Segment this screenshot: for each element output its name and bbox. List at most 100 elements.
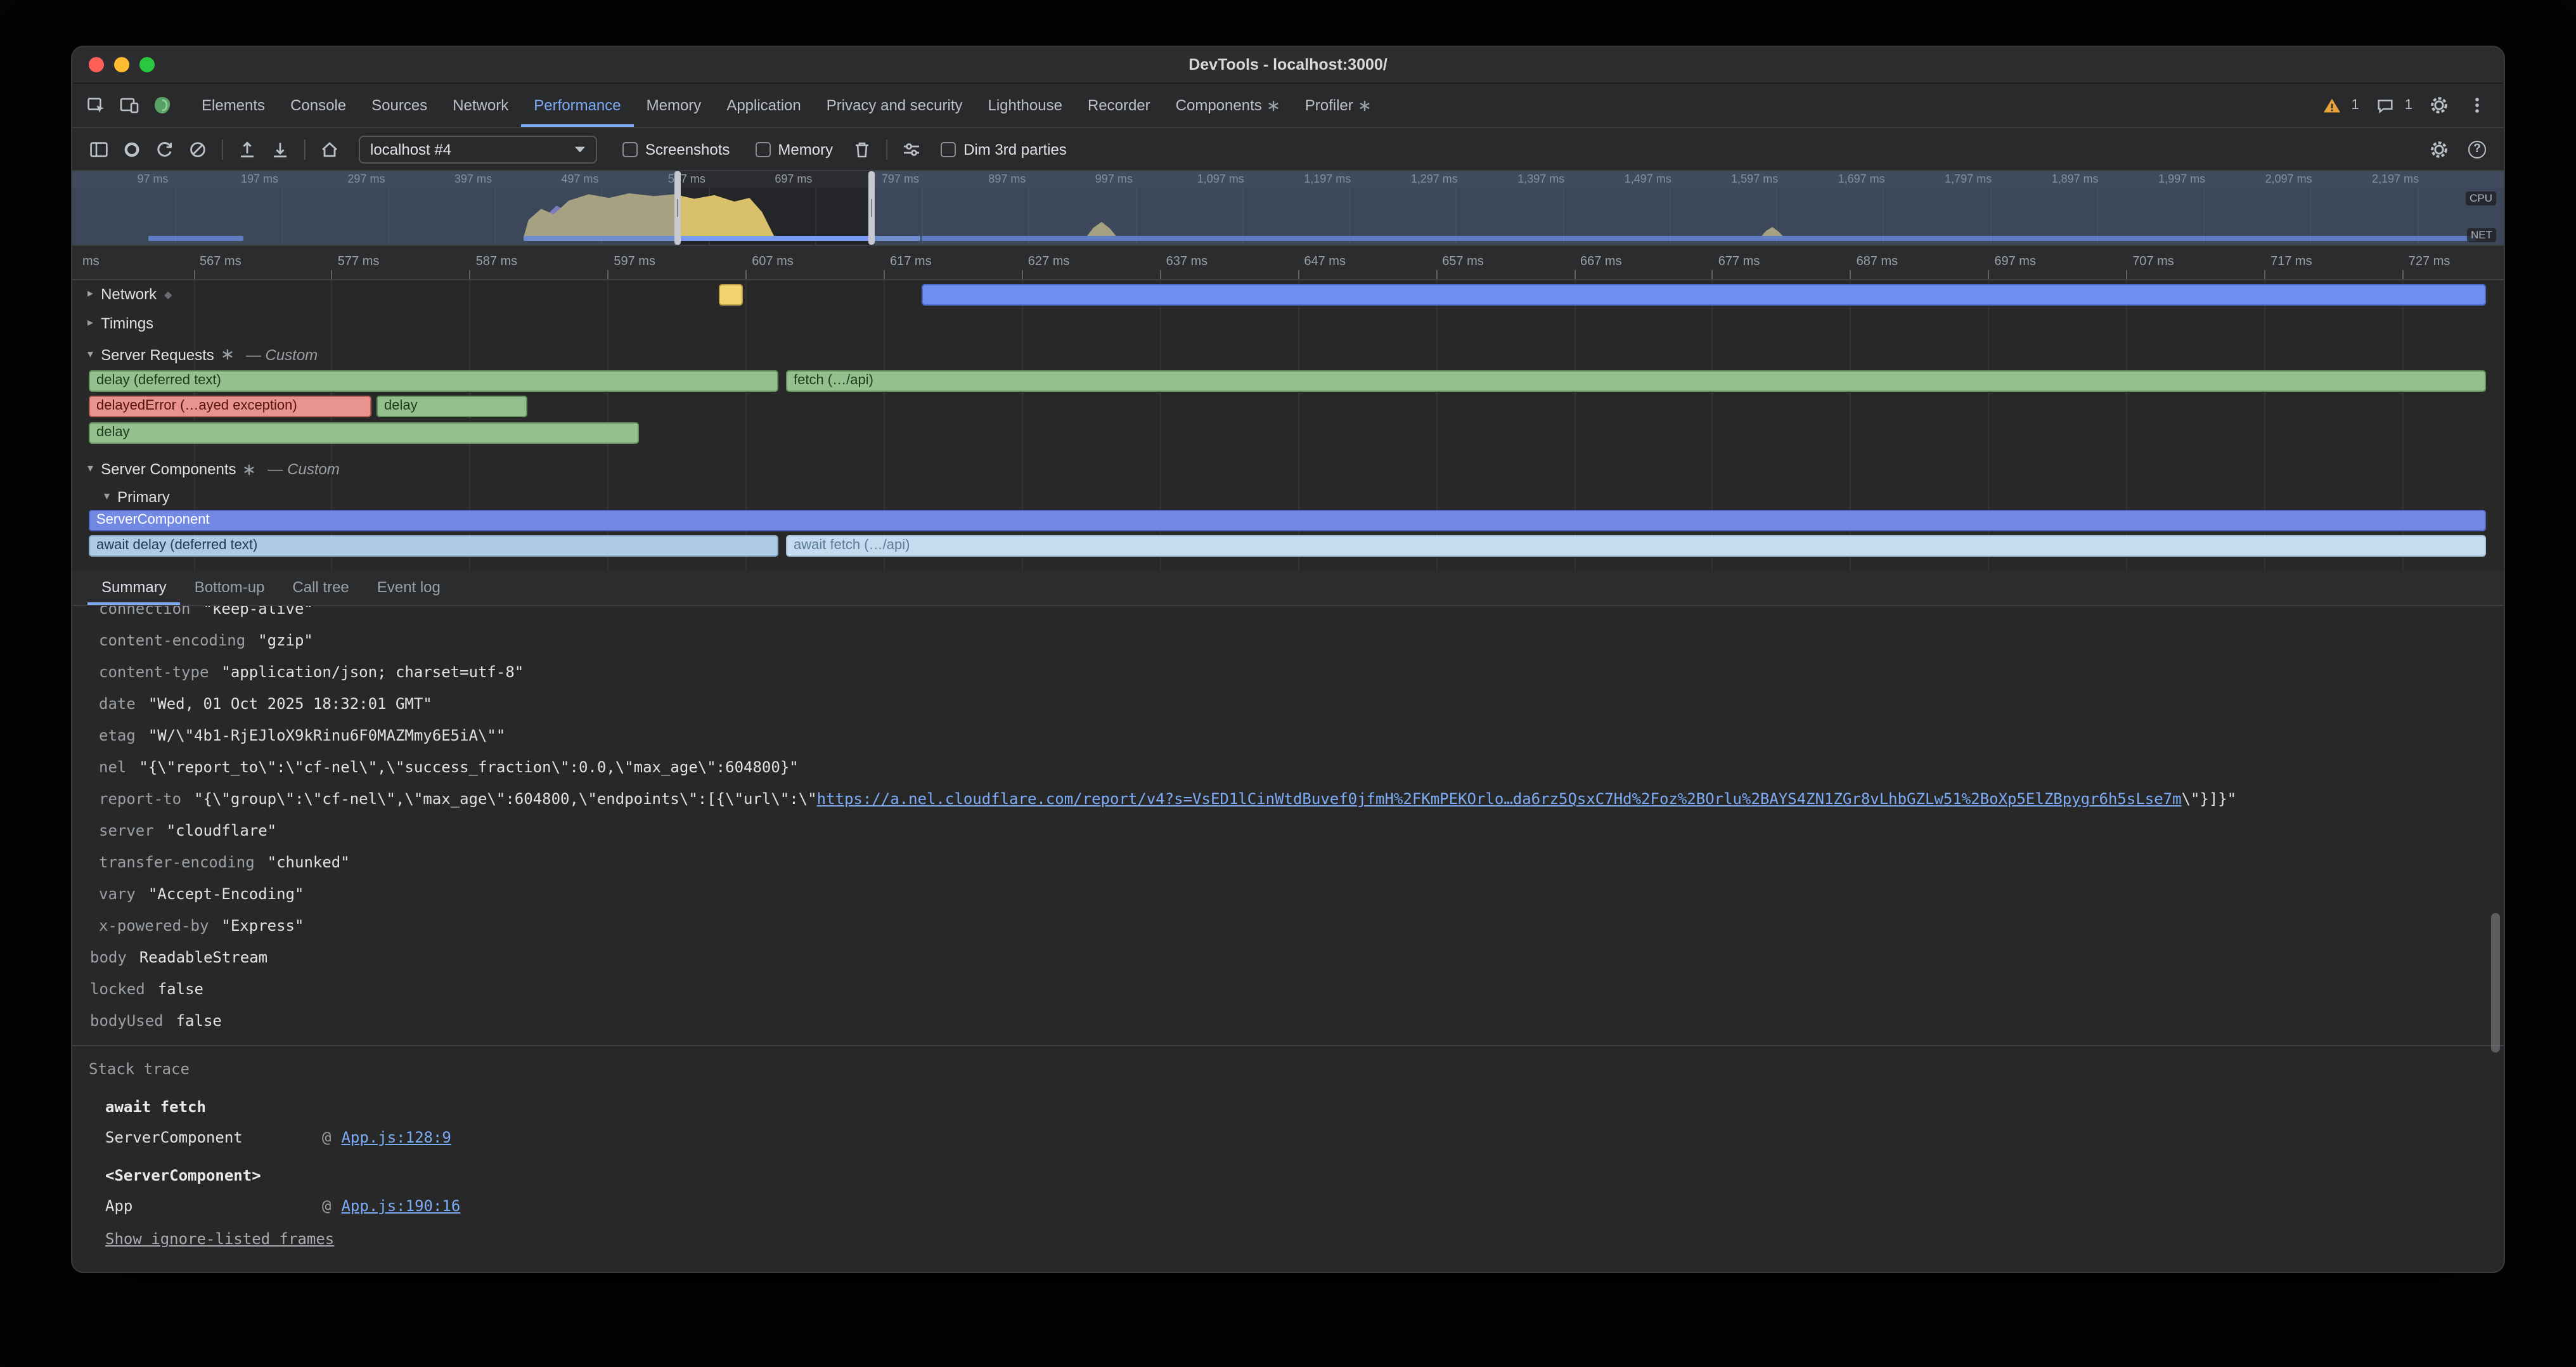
ruler-unit: ms: [82, 255, 100, 269]
server-request-bar[interactable]: fetch (…/api): [786, 370, 2486, 392]
screenshots-checkbox[interactable]: Screenshots: [622, 140, 730, 158]
server-components-track-header[interactable]: ▾ Server Components — Custom: [72, 455, 2504, 483]
primary-group-header[interactable]: ▾ Primary: [72, 483, 2504, 510]
track-label: Server Components: [101, 460, 236, 478]
ruler-tick: [2402, 270, 2404, 279]
network-track-header[interactable]: ▸ Network ◆: [72, 280, 2504, 308]
close-button[interactable]: [89, 57, 104, 72]
record-button[interactable]: [115, 133, 148, 165]
messages-button[interactable]: [2369, 89, 2402, 122]
tab-profiler[interactable]: Profiler: [1292, 84, 1384, 127]
flame-chart[interactable]: ▸ Network ◆ ▸ Timings ▾ Server Requests: [72, 280, 2504, 571]
tab-performance[interactable]: Performance: [521, 84, 633, 127]
tab-label: Elements: [202, 96, 265, 114]
await-bar[interactable]: await delay (deferred text): [89, 535, 778, 557]
track-marker-icon: ◆: [164, 288, 172, 300]
source-location-link[interactable]: App.js:128:9: [341, 1122, 451, 1153]
tab-privacy-and-security[interactable]: Privacy and security: [814, 84, 976, 127]
ruler-label: 657 ms: [1442, 255, 1484, 269]
detail-tab-summary[interactable]: Summary: [87, 571, 181, 605]
overview-window-right-handle[interactable]: [868, 171, 875, 245]
device-toolbar-button[interactable]: [113, 89, 146, 122]
server-request-error-bar[interactable]: delayedError (…ayed exception): [89, 396, 371, 417]
more-options-button[interactable]: [2461, 89, 2494, 122]
ruler-label: 647 ms: [1304, 255, 1346, 269]
tab-label: Sources: [371, 96, 427, 114]
property-name: vary: [99, 885, 136, 903]
server-request-bar[interactable]: delay (deferred text): [89, 370, 778, 392]
source-location-link[interactable]: App.js:190:16: [341, 1191, 460, 1221]
save-profile-button[interactable]: [231, 133, 264, 165]
tab-network[interactable]: Network: [440, 84, 521, 127]
timings-track-header[interactable]: ▸ Timings: [72, 308, 2504, 339]
overview-time-label: 697 ms: [775, 172, 812, 185]
settings-button[interactable]: [2423, 89, 2456, 122]
extension-badge-icon: [1268, 100, 1280, 111]
server-component-bar[interactable]: ServerComponent: [89, 510, 2486, 531]
checkbox-label: Memory: [778, 140, 833, 158]
detail-tab-call-tree[interactable]: Call tree: [278, 571, 363, 605]
expanded-triangle-icon: ▾: [87, 348, 93, 361]
overview-dim-left: [72, 171, 677, 245]
clear-button[interactable]: [181, 133, 214, 165]
memory-checkbox[interactable]: Memory: [755, 140, 833, 158]
property-value: \"}]}": [2182, 790, 2237, 808]
capture-settings-button[interactable]: [895, 133, 928, 165]
ruler-tick: [1436, 270, 1437, 279]
history-select[interactable]: localhost #4: [359, 135, 597, 163]
tab-lighthouse[interactable]: Lighthouse: [976, 84, 1075, 127]
tab-recorder[interactable]: Recorder: [1075, 84, 1163, 127]
live-metrics-button[interactable]: [313, 133, 346, 165]
overview-window-left-handle[interactable]: [674, 171, 681, 245]
extension-button[interactable]: [146, 89, 179, 122]
tab-elements[interactable]: Elements: [189, 84, 278, 127]
show-ignore-listed-frames-link[interactable]: Show ignore-listed frames: [105, 1224, 334, 1254]
tab-label: Recorder: [1088, 96, 1150, 114]
tab-label: Console: [290, 96, 346, 114]
property-value: "{\"report_to\":\"cf-nel\",\"success_fra…: [139, 758, 798, 776]
tab-console[interactable]: Console: [278, 84, 359, 127]
garbage-collect-button[interactable]: [846, 133, 879, 165]
window-title: DevTools - localhost:3000/: [1188, 56, 1388, 74]
tab-application[interactable]: Application: [714, 84, 813, 127]
tab-sources[interactable]: Sources: [359, 84, 440, 127]
minimize-button[interactable]: [114, 57, 129, 72]
extension-badge-icon: [222, 349, 233, 360]
devtools-window: DevTools - localhost:3000/ Elements Conso…: [71, 46, 2505, 1273]
issues-button[interactable]: [2316, 89, 2349, 122]
await-bar[interactable]: await fetch (…/api): [786, 535, 2486, 557]
property-row: lockedfalse: [72, 974, 2504, 1006]
help-button[interactable]: ?: [2461, 133, 2494, 165]
panel-tab-strip: Elements Console Sources NetworkPerformance…: [189, 84, 1384, 127]
details-scrollbar-thumb[interactable]: [2491, 913, 2500, 1053]
load-profile-button[interactable]: [264, 133, 297, 165]
property-row: nel"{\"report_to\":\"cf-nel\",\"success_…: [72, 752, 2504, 784]
toggle-sidebar-button[interactable]: [82, 133, 115, 165]
ruler-label: 607 ms: [752, 255, 794, 269]
tab-components[interactable]: Components: [1163, 84, 1292, 127]
track-label: Timings: [101, 314, 153, 332]
property-row: vary"Accept-Encoding": [72, 879, 2504, 910]
panel-settings-button[interactable]: [2423, 133, 2456, 165]
inspect-button[interactable]: [80, 89, 113, 122]
server-request-bar[interactable]: delay: [377, 396, 527, 417]
dim-3rd-parties-checkbox[interactable]: Dim 3rd parties: [941, 140, 1067, 158]
ruler-label: 617 ms: [890, 255, 932, 269]
ruler-tick: [607, 270, 609, 279]
tab-memory[interactable]: Memory: [634, 84, 714, 127]
message-count: 1: [2405, 98, 2412, 113]
server-request-bar[interactable]: delay: [89, 422, 639, 444]
desktop: DevTools - localhost:3000/ Elements Conso…: [0, 0, 2576, 1367]
tabbar-right-controls: 1 1: [2316, 89, 2504, 122]
detail-tab-bottom-up[interactable]: Bottom-up: [181, 571, 279, 605]
ruler-label: 637 ms: [1166, 255, 1208, 269]
server-requests-track-header[interactable]: ▾ Server Requests — Custom: [72, 339, 2504, 370]
property-row: content-type"application/json; charset=u…: [72, 657, 2504, 689]
detail-tab-event-log[interactable]: Event log: [363, 571, 454, 605]
zoom-button[interactable]: [139, 57, 155, 72]
track-label: Primary: [117, 488, 170, 505]
report-url-link[interactable]: https://a.nel.cloudflare.com/report/v4?s…: [817, 790, 2182, 808]
timeline-overview[interactable]: 97 ms197 ms297 ms397 ms497 ms597 ms697 m…: [72, 171, 2504, 246]
reload-and-record-button[interactable]: [148, 133, 181, 165]
checkbox-box: [755, 141, 770, 157]
